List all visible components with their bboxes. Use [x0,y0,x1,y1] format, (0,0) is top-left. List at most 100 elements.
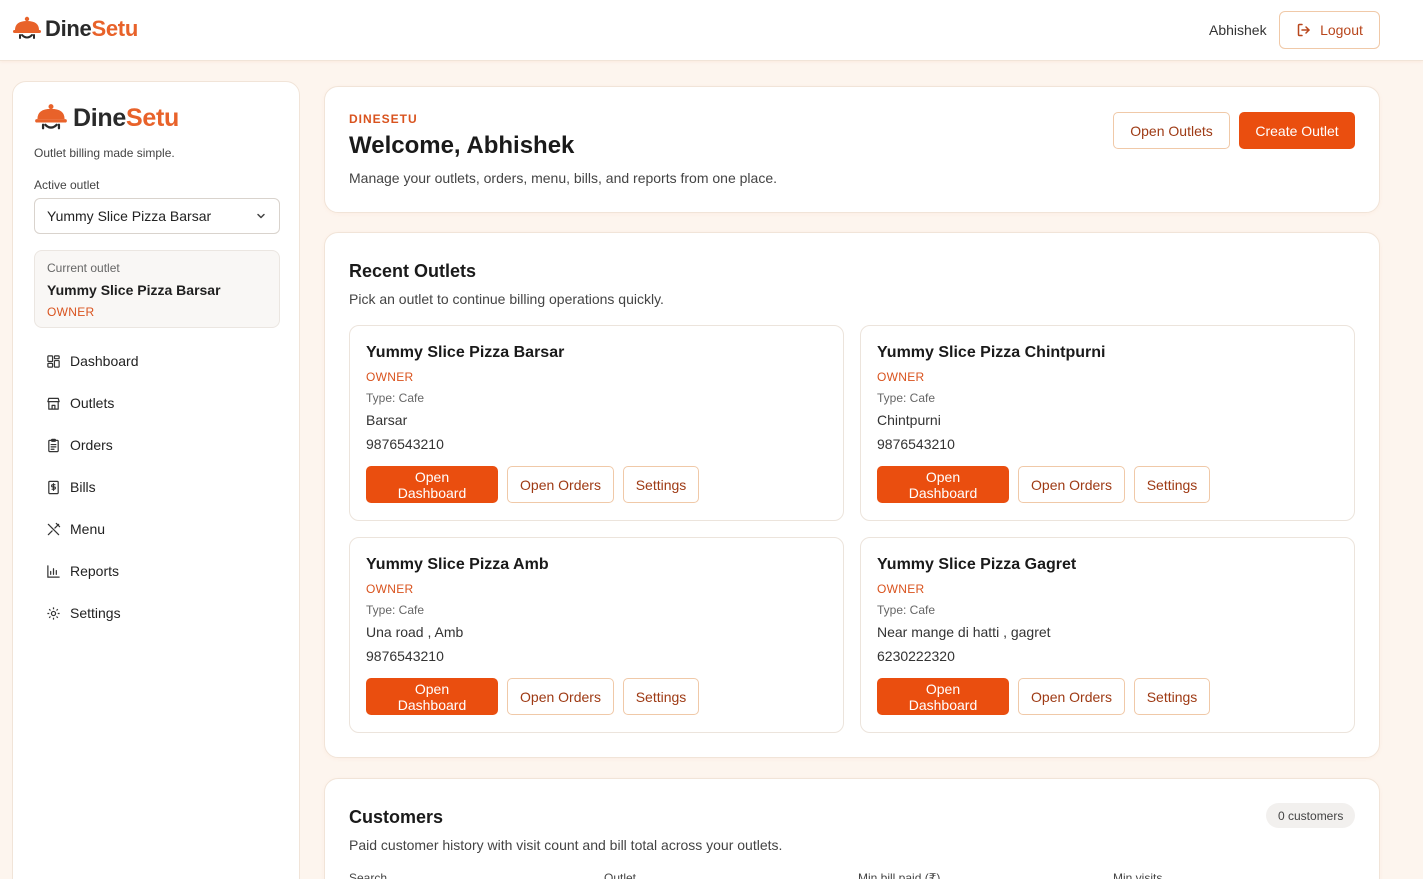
outlet-actions: Open Dashboard Open Orders Settings [366,466,699,503]
sidebar-item-bills[interactable]: Bills [34,466,280,508]
outlet-address: Chintpurni [877,412,941,428]
sidebar-item-label: Settings [70,605,121,621]
outlet-actions: Open Dashboard Open Orders Settings [877,678,1210,715]
customers-description: Paid customer history with visit count a… [349,837,783,853]
welcome-description: Manage your outlets, orders, menu, bills… [349,170,777,186]
outlet-role: OWNER [366,582,414,596]
cloche-logo-icon [35,104,67,130]
open-dashboard-button[interactable]: Open Dashboard [366,678,498,715]
outlet-card-gagret: Yummy Slice Pizza Gagret OWNER Type: Caf… [860,537,1355,733]
open-orders-button[interactable]: Open Orders [1018,466,1125,503]
create-outlet-button[interactable]: Create Outlet [1239,112,1355,149]
active-outlet-select[interactable]: Yummy Slice Pizza Barsar [34,198,280,234]
sidebar-item-outlets[interactable]: Outlets [34,382,280,424]
customers-count-badge: 0 customers [1266,803,1356,828]
customers-title: Customers [349,807,444,827]
outlet-name: Yummy Slice Pizza Amb [366,556,549,573]
chevron-down-icon [257,213,265,219]
current-outlet-card: Current outlet Yummy Slice Pizza Barsar … [34,250,280,328]
logout-icon [1297,23,1310,37]
top-bar: DineSetu Abhishek Logout [0,0,1423,61]
logout-button[interactable]: Logout [1279,11,1380,49]
outlet-phone: 9876543210 [366,648,444,664]
page-title: Welcome, Abhishek [349,132,575,159]
outlet-card-chintpurni: Yummy Slice Pizza Chintpurni OWNER Type:… [860,325,1355,521]
cloche-logo-icon [13,16,41,39]
open-dashboard-button[interactable]: Open Dashboard [877,678,1009,715]
app-logo[interactable]: DineSetu [12,16,138,42]
outlet-actions: Open Dashboard Open Orders Settings [877,466,1210,503]
sidebar-item-settings[interactable]: Settings [34,592,280,634]
outlet-card-barsar: Yummy Slice Pizza Barsar OWNER Type: Caf… [349,325,844,521]
outlet-actions: Open Dashboard Open Orders Settings [366,678,699,715]
outlet-type: Type: Cafe [366,603,425,617]
settings-button[interactable]: Settings [623,678,699,715]
sidebar-nav: Dashboard Outlets Orders Bills Menu Repo… [34,340,280,634]
sidebar-item-label: Reports [70,563,120,579]
outlet-role: OWNER [877,370,925,384]
brand-part-dine: Dine [45,16,92,41]
user-name: Abhishek [1209,22,1267,38]
outlet-name: Yummy Slice Pizza Chintpurni [877,344,1106,361]
outlet-phone: 6230222320 [877,648,955,664]
open-dashboard-button[interactable]: Open Dashboard [366,466,498,503]
bar-chart-icon [47,564,60,578]
filter-label-outlet: Outlet [604,871,637,879]
outlet-address: Near mange di hatti , gagret [877,624,1051,640]
outlet-type: Type: Cafe [877,603,936,617]
brand-part-setu: Setu [91,16,138,41]
clipboard-icon [48,438,59,452]
brand-part-setu: Setu [125,103,179,132]
logout-label: Logout [1320,22,1363,38]
sidebar-item-label: Dashboard [70,353,139,369]
filter-label-search: Search [349,871,388,879]
current-outlet-label: Current outlet [47,261,120,275]
outlet-phone: 9876543210 [366,436,444,452]
welcome-card: DINESETU Welcome, Abhishek Manage your o… [324,86,1380,213]
open-dashboard-button[interactable]: Open Dashboard [877,466,1009,503]
sidebar-item-label: Orders [70,437,113,453]
outlet-address: Barsar [366,412,408,428]
outlet-card-amb: Yummy Slice Pizza Amb OWNER Type: Cafe U… [349,537,844,733]
settings-button[interactable]: Settings [1134,678,1210,715]
open-outlets-button[interactable]: Open Outlets [1113,112,1230,149]
sidebar-item-reports[interactable]: Reports [34,550,280,592]
brand-name: DineSetu [45,16,138,42]
outlet-phone: 9876543210 [877,436,955,452]
dashboard-icon [47,354,60,368]
gear-icon [47,606,60,620]
sidebar-item-orders[interactable]: Orders [34,424,280,466]
sidebar-logo[interactable]: DineSetu [34,103,179,133]
tagline: Outlet billing made simple. [34,146,175,160]
active-outlet-value: Yummy Slice Pizza Barsar [47,208,212,224]
open-orders-button[interactable]: Open Orders [507,678,614,715]
eyebrow-label: DINESETU [349,112,418,126]
filter-label-min-visits: Min visits [1113,871,1163,879]
active-outlet-label: Active outlet [34,178,100,192]
open-orders-button[interactable]: Open Orders [1018,678,1125,715]
current-outlet-role: OWNER [47,305,95,319]
filter-label-min-bill: Min bill paid (₹) [858,871,941,879]
outlet-role: OWNER [877,582,925,596]
outlet-role: OWNER [366,370,414,384]
settings-button[interactable]: Settings [623,466,699,503]
recent-outlets-title: Recent Outlets [349,261,477,281]
brand-part-dine: Dine [73,103,126,132]
outlet-type: Type: Cafe [877,391,936,405]
brand-name: DineSetu [73,104,179,133]
recent-outlets-section: Recent Outlets Pick an outlet to continu… [324,232,1380,758]
outlet-address: Una road , Amb [366,624,464,640]
current-outlet-name: Yummy Slice Pizza Barsar [47,282,221,298]
sidebar-item-label: Outlets [70,395,115,411]
sidebar: DineSetu Outlet billing made simple. Act… [12,81,300,879]
sidebar-item-label: Menu [70,521,106,537]
open-orders-button[interactable]: Open Orders [507,466,614,503]
settings-button[interactable]: Settings [1134,466,1210,503]
recent-outlets-description: Pick an outlet to continue billing opera… [349,291,664,307]
receipt-icon [48,480,59,494]
outlet-name: Yummy Slice Pizza Gagret [877,556,1077,573]
outlet-type: Type: Cafe [366,391,425,405]
outlet-name: Yummy Slice Pizza Barsar [366,344,565,361]
sidebar-item-menu[interactable]: Menu [34,508,280,550]
sidebar-item-dashboard[interactable]: Dashboard [34,340,280,382]
